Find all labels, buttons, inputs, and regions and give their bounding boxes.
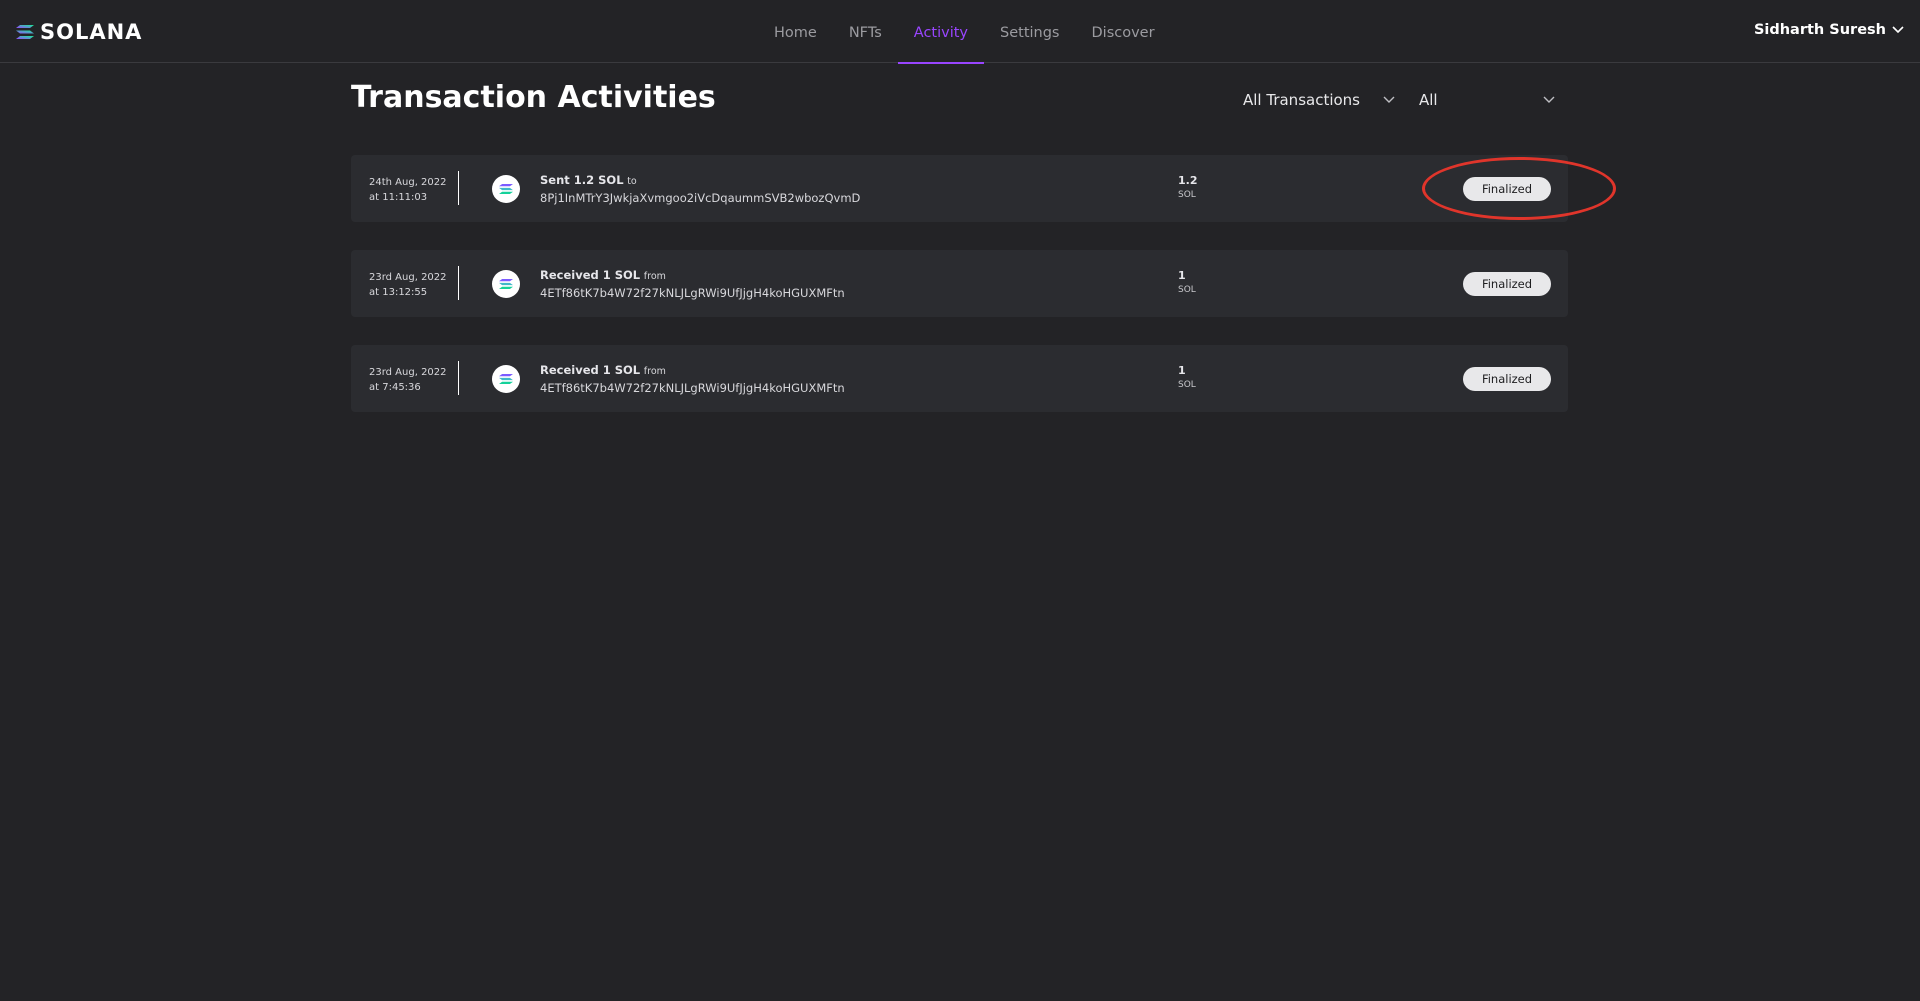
user-name: Sidharth Suresh [1753,22,1886,38]
transaction-amount: 1 SOL [1178,269,1196,297]
transaction-action: Received 1 SOL [540,363,641,377]
transaction-date-day: 24th Aug, 2022 [369,177,447,188]
transaction-date-day: 23rd Aug, 2022 [369,272,447,283]
transaction-address: 4ETf86tK7b4W72f27kNLJLgRWi9UfJjgH4koHGUX… [540,381,845,395]
divider [458,266,459,300]
top-navbar: SOLANA Home NFTs Activity Settings Disco… [0,0,1920,64]
transaction-address: 8Pj1InMTrY3JwkjaXvmgoo2iVcDqaummSVB2wboz… [540,191,861,205]
transaction-type-value: All Transactions [1243,91,1360,109]
solana-coin-icon [492,270,520,298]
transaction-preposition: from [643,366,666,377]
transaction-preposition: to [627,176,637,187]
transaction-amount-unit: SOL [1178,285,1196,295]
transaction-amount-unit: SOL [1178,380,1196,390]
transaction-description: Sent 1.2 SOL to 8Pj1InMTrY3JwkjaXvmgoo2i… [540,172,860,207]
nav-item-discover[interactable]: Discover [1076,0,1171,63]
user-menu[interactable]: Sidharth Suresh [1754,22,1904,38]
solana-logo[interactable]: SOLANA [16,20,142,44]
transaction-row[interactable]: 24th Aug, 2022 at 11:11:03 Sent 1.2 SOL … [351,155,1568,222]
transaction-amount: 1.2 SOL [1178,174,1198,202]
transaction-row[interactable]: 23rd Aug, 2022 at 13:12:55 Received 1 SO… [351,250,1568,317]
transaction-action: Sent 1.2 SOL [540,173,624,187]
logo-text: SOLANA [40,20,143,44]
transaction-date-time: at 13:12:55 [369,287,428,298]
chevron-down-icon [1543,96,1555,103]
status-badge[interactable]: Finalized [1463,177,1551,201]
nav-item-nfts[interactable]: NFTs [833,0,898,63]
transaction-date: 23rd Aug, 2022 at 13:12:55 [369,270,447,300]
transaction-amount: 1 SOL [1178,364,1196,392]
nav-item-settings[interactable]: Settings [984,0,1075,63]
transaction-type-dropdown[interactable]: All Transactions [1243,89,1395,111]
chevron-down-icon [1892,26,1904,34]
status-badge[interactable]: Finalized [1463,272,1551,296]
transaction-date-time: at 11:11:03 [369,192,428,203]
transaction-date-day: 23rd Aug, 2022 [369,367,447,378]
transaction-date: 24th Aug, 2022 at 11:11:03 [369,175,447,205]
status-badge[interactable]: Finalized [1463,367,1551,391]
transaction-address: 4ETf86tK7b4W72f27kNLJLgRWi9UfJjgH4koHGUX… [540,286,845,300]
transaction-date: 23rd Aug, 2022 at 7:45:36 [369,365,447,395]
transaction-amount-value: 1 [1178,364,1186,377]
main-nav: Home NFTs Activity Settings Discover [758,0,1171,64]
transaction-amount-unit: SOL [1178,190,1196,200]
transaction-list: 24th Aug, 2022 at 11:11:03 Sent 1.2 SOL … [351,155,1568,440]
nav-item-home[interactable]: Home [758,0,833,63]
transaction-amount-value: 1 [1178,269,1186,282]
status-filter-dropdown[interactable]: All [1419,89,1555,111]
transaction-date-time: at 7:45:36 [369,382,421,393]
transaction-row[interactable]: 23rd Aug, 2022 at 7:45:36 Received 1 SOL… [351,345,1568,412]
solana-coin-icon [492,175,520,203]
transaction-description: Received 1 SOL from 4ETf86tK7b4W72f27kNL… [540,267,845,302]
transaction-preposition: from [643,271,666,282]
solana-logo-icon [16,25,34,39]
transaction-amount-value: 1.2 [1178,174,1198,187]
solana-coin-icon [492,365,520,393]
transaction-description: Received 1 SOL from 4ETf86tK7b4W72f27kNL… [540,362,845,397]
divider [458,361,459,395]
status-filter-value: All [1419,91,1438,109]
transaction-action: Received 1 SOL [540,268,641,282]
nav-item-activity[interactable]: Activity [897,0,985,64]
page-title: Transaction Activities [351,80,716,115]
divider [458,171,459,205]
chevron-down-icon [1383,96,1395,103]
